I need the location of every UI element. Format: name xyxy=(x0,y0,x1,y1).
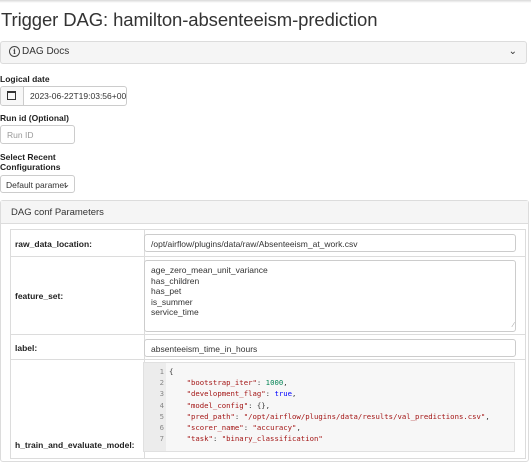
code-line: "bootstrap_iter": 1000, xyxy=(186,378,288,388)
logical-date-value: 2023-06-22T19:03:56+00:0( xyxy=(30,91,127,101)
code-line: "model_config": {}, xyxy=(186,400,271,410)
code-line: "scorer_name": "accuracy", xyxy=(186,423,301,432)
label-input[interactable]: absenteeism_time_in_hours xyxy=(144,339,516,357)
json-code-editor[interactable]: 1 {2 "bootstrap_iter": 1000, 3 "developmen… xyxy=(143,362,515,452)
line-number: 6 xyxy=(159,423,164,432)
line-number: 5 xyxy=(159,411,164,421)
run-id-label: Run id (Optional) xyxy=(0,113,69,123)
dag-conf-panel: DAG conf Parameters raw_data_location: /… xyxy=(0,200,529,462)
feature-line: has_pet xyxy=(151,286,182,296)
feature-line: age_zero_mean_unit_variance xyxy=(151,265,268,275)
param-row-feature-set: feature_set: age_zero_mean_unit_variance… xyxy=(10,256,526,335)
param-row-raw-data-location: raw_data_location: /opt/airflow/plugins/… xyxy=(10,229,526,257)
param-row-label: label: absenteeism_time_in_hours xyxy=(10,334,526,360)
logical-date-label: Logical date xyxy=(0,74,50,84)
feature-line: service_time xyxy=(151,307,199,317)
code-line: "pred_path": "/opt/airflow/plugins/data/… xyxy=(186,411,490,421)
recent-configs-select[interactable]: Default paramet ⌄ xyxy=(0,175,75,193)
calendar-icon xyxy=(7,91,16,100)
param-key: label: xyxy=(15,343,38,353)
feature-line: has_children xyxy=(151,275,200,286)
code-line: { xyxy=(169,367,174,376)
top-shadow xyxy=(0,0,531,3)
code-line: "development_flag": true, xyxy=(186,389,297,399)
info-icon: i xyxy=(9,46,20,57)
param-key: feature_set: xyxy=(15,291,64,301)
dag-docs-toggle[interactable]: i DAG Docs ⌄ xyxy=(0,41,527,64)
line-number: 3 xyxy=(159,389,164,399)
dag-conf-header: DAG conf Parameters xyxy=(1,201,528,224)
feature-set-textarea[interactable]: age_zero_mean_unit_variance has_children… xyxy=(144,260,516,332)
recent-configs-selected: Default paramet xyxy=(6,180,67,190)
recent-configs-label-2: Configurations xyxy=(0,162,61,172)
line-number: 4 xyxy=(159,400,164,410)
dag-conf-title: DAG conf Parameters xyxy=(11,207,104,218)
raw-data-location-input[interactable]: /opt/airflow/plugins/data/raw/Absenteeis… xyxy=(144,234,516,252)
resize-handle-icon[interactable]: ∕ xyxy=(513,321,514,332)
calendar-button[interactable] xyxy=(1,87,24,105)
logical-date-field[interactable]: 2023-06-22T19:03:56+00:0( xyxy=(0,86,127,106)
chevron-down-icon: ⌄ xyxy=(63,180,70,189)
feature-line: is_summer xyxy=(151,296,193,307)
run-id-input[interactable]: Run ID xyxy=(0,125,75,144)
chevron-down-icon: ⌄ xyxy=(508,46,517,57)
dag-docs-label: DAG Docs xyxy=(22,46,70,57)
page-title: Trigger DAG: hamilton-absenteeism-predic… xyxy=(1,9,378,30)
param-key: raw_data_location: xyxy=(15,239,92,249)
line-number: 2 xyxy=(159,378,164,388)
line-number: 1 xyxy=(159,367,164,376)
